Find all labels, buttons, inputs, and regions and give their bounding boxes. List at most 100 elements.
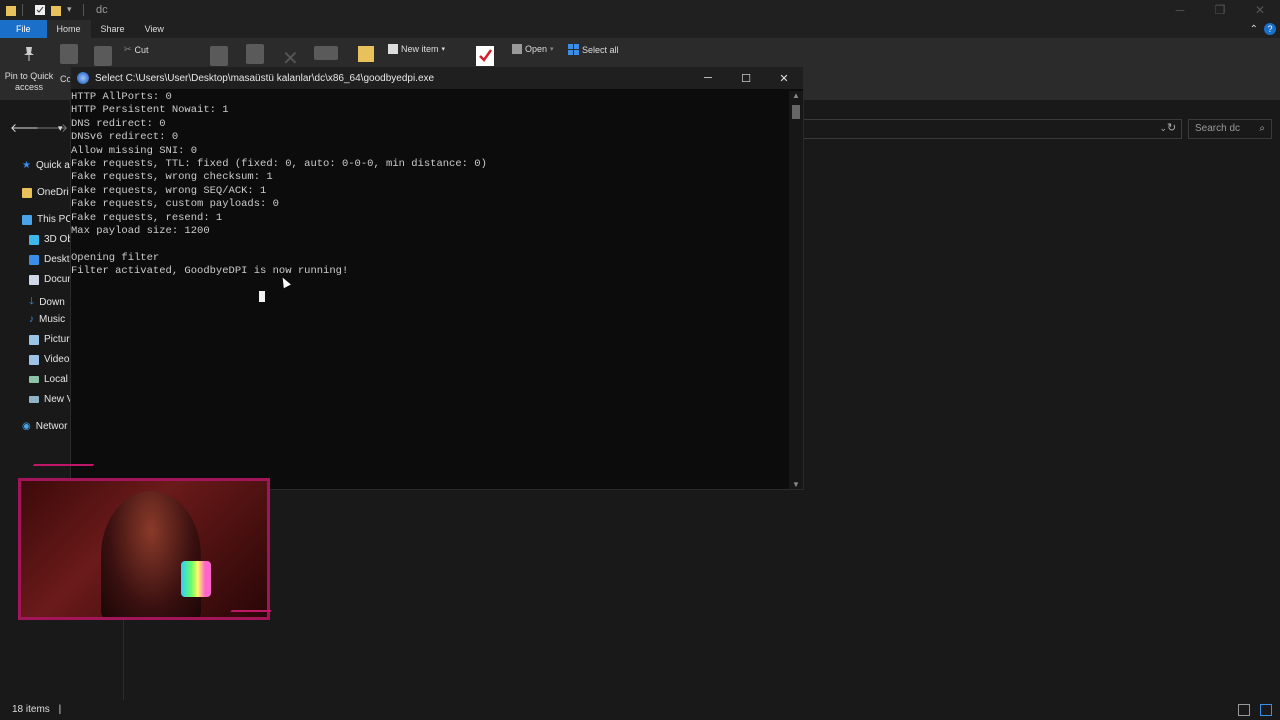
- console-line: HTTP AllPorts: 0: [71, 91, 172, 103]
- explorer-title-bar: ▾ dc ─ ❐ ✕: [0, 0, 1280, 20]
- window-title: dc: [96, 4, 108, 16]
- folder-icon: [6, 6, 16, 16]
- console-line: Fake requests, wrong checksum: 1: [71, 171, 273, 184]
- nav-item-label: Music: [39, 314, 66, 325]
- minimize-icon[interactable]: ─: [1160, 0, 1200, 20]
- copy-to-button[interactable]: [246, 44, 264, 64]
- console-line: Fake requests, resend: 1: [71, 211, 223, 224]
- nav-item-3d-objects[interactable]: 3D Ob: [29, 234, 73, 245]
- move-to-button[interactable]: [210, 46, 228, 66]
- network-icon: ◉: [22, 421, 31, 432]
- ribbon-right-controls: ⌃ ?: [1250, 20, 1276, 38]
- large-icons-view-icon[interactable]: [1260, 704, 1272, 716]
- webcam-overlay: [18, 478, 270, 620]
- console-line: Max payload size: 1200: [71, 224, 210, 237]
- select-all-icon: [568, 44, 579, 55]
- console-line: Filter activated, GoodbyeDPI is now runn…: [71, 265, 349, 278]
- nav-item-this-pc[interactable]: This PC: [22, 214, 73, 225]
- tab-share[interactable]: Share: [91, 20, 135, 38]
- download-icon: 🡓: [29, 296, 35, 307]
- console-output[interactable]: HTTP AllPorts: 0 HTTP Persistent Nowait:…: [71, 91, 791, 487]
- console-line: Fake requests, TTL: fixed (fixed: 0, aut…: [71, 157, 487, 170]
- new-item-button[interactable]: New item ▾: [388, 44, 445, 54]
- move-to-icon: [210, 46, 228, 66]
- nav-item-network[interactable]: ◉ Networ: [22, 421, 67, 432]
- nav-item-label: OneDri: [37, 187, 69, 198]
- desktop-icon: [29, 254, 39, 265]
- customize-quick-access-icon[interactable]: ▾: [67, 4, 77, 16]
- nav-item-local-disk[interactable]: Local: [29, 374, 68, 385]
- scroll-down-icon[interactable]: ▼: [792, 480, 800, 489]
- console-scrollbar[interactable]: ▲ ▼: [789, 91, 803, 489]
- nav-item-label: Local: [44, 374, 68, 385]
- nav-item-downloads[interactable]: 🡓 Down: [29, 294, 65, 311]
- search-input[interactable]: Search dc ⌕: [1188, 119, 1272, 139]
- console-line: Opening filter: [71, 251, 160, 264]
- rgb-mug: [181, 561, 211, 597]
- scroll-up-icon[interactable]: ▲: [792, 91, 800, 100]
- nav-item-quick-access[interactable]: ★ Quick a: [22, 160, 70, 171]
- open-button[interactable]: Open ▾: [512, 44, 554, 54]
- new-folder-icon[interactable]: [51, 4, 61, 16]
- address-dropdown-icon[interactable]: ⌄: [1159, 123, 1167, 134]
- details-view-icon[interactable]: [1238, 704, 1250, 716]
- nav-item-desktop[interactable]: Deskto: [29, 254, 75, 265]
- console-line: Fake requests, wrong SEQ/ACK: 1: [71, 184, 267, 197]
- tab-view[interactable]: View: [135, 20, 174, 38]
- console-line: HTTP Persistent Nowait: 1: [71, 104, 229, 117]
- close-icon[interactable]: ✕: [765, 67, 803, 89]
- chevron-down-icon: ▾: [441, 46, 446, 53]
- explorer-window-controls: ─ ❐ ✕: [1160, 0, 1280, 20]
- paste-button[interactable]: [94, 46, 112, 66]
- webcam-frame-decoration: [25, 464, 95, 478]
- refresh-icon[interactable]: ↻: [1167, 121, 1176, 134]
- chevron-down-icon: ▾: [550, 46, 554, 53]
- video-icon: [29, 354, 39, 365]
- copy-button[interactable]: [60, 44, 78, 64]
- select-all-button[interactable]: Select all: [568, 44, 619, 55]
- cut-button[interactable]: ✂ Cut: [124, 44, 149, 55]
- select-all-label: Select all: [582, 44, 619, 55]
- separator: [22, 4, 23, 16]
- scissors-icon: ✂: [124, 44, 132, 54]
- tab-file[interactable]: File: [0, 20, 47, 38]
- nav-item-documents[interactable]: Docum: [29, 274, 76, 285]
- view-toggle: [1238, 704, 1272, 716]
- ribbon-tabs: File Home Share View: [0, 20, 1280, 38]
- nav-item-new-volume[interactable]: New V: [29, 394, 73, 405]
- recent-locations-icon[interactable]: ▾: [58, 123, 63, 134]
- new-item-label: New item: [401, 44, 439, 54]
- pin-to-quick-access-button[interactable]: Pin to Quick access: [2, 46, 56, 93]
- properties-button[interactable]: [476, 44, 496, 66]
- collapse-ribbon-icon[interactable]: ⌃: [1250, 24, 1258, 35]
- console-title-bar[interactable]: Select C:\Users\User\Desktop\masaüstü ka…: [71, 67, 803, 89]
- address-bar[interactable]: ⌄: [800, 119, 1182, 139]
- maximize-icon[interactable]: ☐: [727, 67, 765, 89]
- console-line: DNSv6 redirect: 0: [71, 131, 179, 144]
- minimize-icon[interactable]: ─: [689, 67, 727, 89]
- rename-button[interactable]: [314, 46, 338, 60]
- help-icon[interactable]: ?: [1264, 23, 1276, 35]
- status-separator: |: [58, 704, 62, 715]
- nav-item-videos[interactable]: Video: [29, 354, 69, 365]
- webcam-frame-decoration: [230, 600, 278, 612]
- nav-item-label: Down: [39, 297, 65, 308]
- console-window-controls: ─ ☐ ✕: [689, 67, 803, 89]
- nav-item-label: Video: [44, 354, 70, 365]
- console-title: Select C:\Users\User\Desktop\masaüstü ka…: [95, 72, 435, 84]
- nav-item-music[interactable]: ♪ Music: [29, 314, 65, 325]
- close-icon[interactable]: ✕: [1240, 0, 1280, 20]
- music-icon: ♪: [29, 314, 34, 325]
- paste-icon: [94, 46, 112, 66]
- nav-item-pictures[interactable]: Picture: [29, 334, 75, 345]
- new-folder-button[interactable]: [358, 44, 374, 62]
- properties-icon[interactable]: [35, 4, 45, 16]
- nav-item-onedrive[interactable]: OneDri: [22, 187, 69, 198]
- tab-home[interactable]: Home: [46, 20, 91, 38]
- forward-arrow-icon[interactable]: 🡒: [36, 120, 68, 135]
- copy-to-icon: [246, 44, 264, 64]
- pin-label-line2: access: [14, 82, 43, 92]
- scroll-thumb[interactable]: [792, 105, 800, 119]
- restore-icon[interactable]: ❐: [1200, 0, 1240, 20]
- copy-icon: [60, 44, 78, 64]
